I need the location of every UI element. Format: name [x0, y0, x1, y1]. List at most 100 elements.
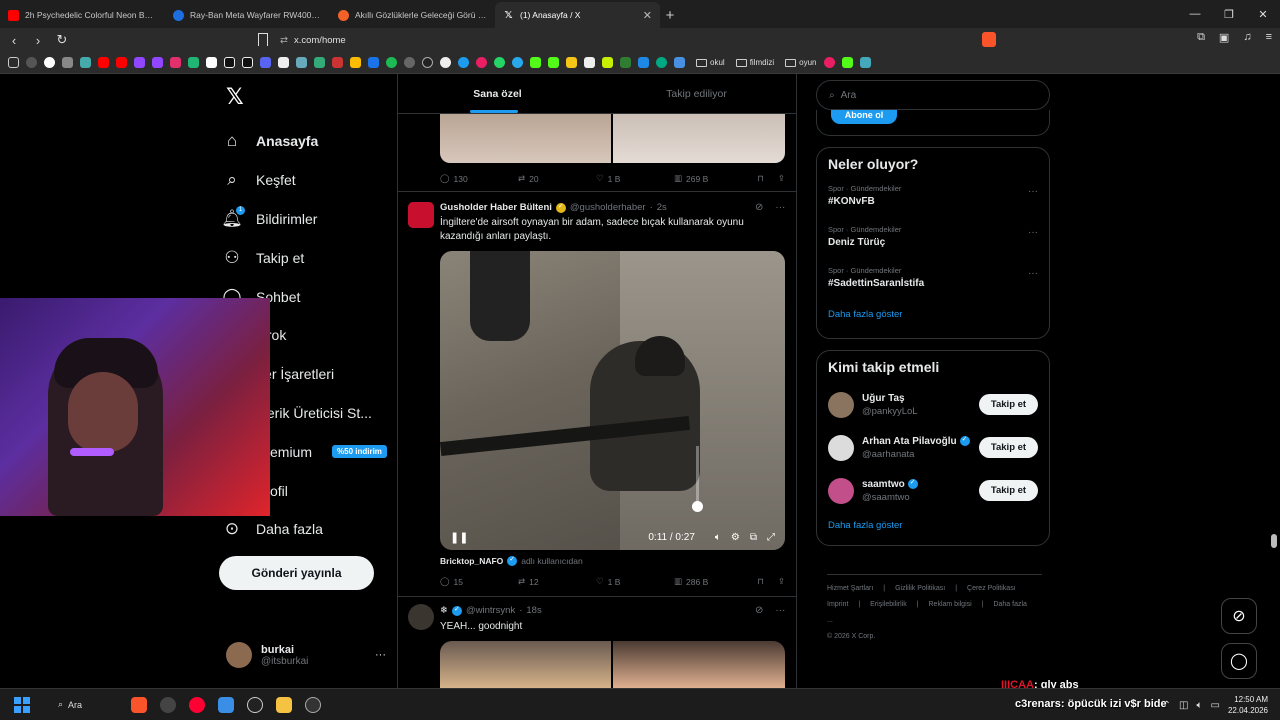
- brave-shields-icon[interactable]: [982, 32, 996, 47]
- more-icon[interactable]: ···: [375, 649, 386, 661]
- author-handle[interactable]: @gusholderhaber: [570, 202, 646, 213]
- footer-link[interactable]: Çerez Politikası: [967, 585, 1016, 592]
- more-icon[interactable]: ···: [775, 605, 785, 616]
- app-icon[interactable]: [305, 696, 321, 713]
- minimize-icon[interactable]: —: [1178, 0, 1212, 28]
- maximize-icon[interactable]: ❐: [1212, 0, 1246, 28]
- tab-2[interactable]: Ray-Ban Meta Wayfarer RW4006 60...: [165, 2, 330, 28]
- bookmark-icon[interactable]: [62, 57, 73, 68]
- post-button[interactable]: Gönderi yayınla: [219, 556, 374, 590]
- user-name[interactable]: Uğur Taş: [862, 393, 905, 404]
- bookmark-icon[interactable]: [458, 57, 469, 68]
- back-icon[interactable]: ‹: [4, 33, 24, 48]
- grok-float-button[interactable]: ⊘: [1221, 598, 1257, 634]
- x-icon[interactable]: [206, 57, 217, 68]
- google-icon[interactable]: [44, 57, 55, 68]
- media-icon[interactable]: ♫: [1243, 31, 1251, 44]
- kick-icon[interactable]: [548, 57, 559, 68]
- app-icon[interactable]: [160, 696, 176, 713]
- telegram-icon[interactable]: [512, 57, 523, 68]
- apps-icon[interactable]: [8, 57, 19, 68]
- volume-slider-thumb[interactable]: [692, 501, 703, 512]
- footer-link[interactable]: Daha fazla ...: [827, 601, 1027, 624]
- trend-item[interactable]: Spor · Gündemdekiler #KONvFB ···: [817, 180, 1049, 221]
- nav-item-bell[interactable]: 🔔︎ 1 Bildirimler: [221, 200, 387, 239]
- avatar[interactable]: [828, 434, 854, 461]
- repost-button[interactable]: ⇄ 20: [518, 173, 596, 184]
- github-icon[interactable]: [440, 57, 451, 68]
- new-tab-button[interactable]: +: [660, 2, 680, 28]
- network-icon[interactable]: ◫: [1179, 700, 1188, 711]
- avatar[interactable]: [828, 391, 854, 418]
- avatar[interactable]: [408, 202, 434, 228]
- bookmark-icon[interactable]: [674, 57, 685, 68]
- forward-icon[interactable]: ›: [28, 33, 48, 48]
- bookmark-icon[interactable]: [80, 57, 91, 68]
- trend-item[interactable]: Spor · Gündemdekiler #SadettinSaranİstifa…: [817, 262, 1049, 303]
- kick-icon[interactable]: [530, 57, 541, 68]
- volume-icon[interactable]: 🔈︎: [715, 532, 721, 543]
- tweet-time[interactable]: 18s: [526, 605, 541, 616]
- scrollbar[interactable]: [1268, 74, 1280, 688]
- tweet-image[interactable]: [440, 641, 611, 688]
- battery-icon[interactable]: ▭: [1211, 700, 1220, 711]
- tweet-image[interactable]: [613, 641, 785, 688]
- tab-x-active[interactable]: 𝕏 (1) Anasayfa / X ✕: [495, 2, 660, 28]
- account-switcher[interactable]: burkai @itsburkai ···: [226, 642, 386, 668]
- pause-icon[interactable]: ❚❚: [450, 531, 468, 544]
- views-button[interactable]: ▥ 286 B: [674, 576, 756, 587]
- bookmark-folder-filmdizi[interactable]: filmdizi: [735, 58, 774, 67]
- bookmark-icon[interactable]: [602, 57, 613, 68]
- tab-3[interactable]: Akıllı Gözlüklerle Geleceği Görü H...: [330, 2, 495, 28]
- tab-for-you[interactable]: Sana özel: [398, 74, 597, 113]
- app-icon[interactable]: [247, 696, 263, 713]
- history-icon[interactable]: [26, 57, 37, 68]
- twitch-icon[interactable]: [152, 57, 163, 68]
- bookmark-icon[interactable]: [584, 57, 595, 68]
- bookmark-folder-okul[interactable]: okul: [696, 58, 725, 67]
- brave-icon[interactable]: [131, 696, 147, 713]
- repost-button[interactable]: ⇄ 12: [518, 576, 596, 587]
- bookmark-page-icon[interactable]: [258, 33, 268, 46]
- bookmark-icon[interactable]: [404, 57, 415, 68]
- who-to-follow-item[interactable]: Arhan Ata Pilavoğlu@aarhanata Takip et: [817, 426, 1049, 469]
- show-more-link[interactable]: Daha fazla göster: [817, 512, 1049, 541]
- footer-link[interactable]: Imprint: [827, 601, 848, 608]
- bookmark-icon[interactable]: [368, 57, 379, 68]
- settings-icon[interactable]: ⚙︎: [731, 532, 740, 543]
- bookmark-icon[interactable]: [656, 57, 667, 68]
- bookmark-icon[interactable]: [823, 57, 835, 68]
- address-bar[interactable]: ⇄ x.com/home: [280, 31, 1000, 49]
- reply-button[interactable]: ◯ 130: [440, 173, 518, 184]
- grok-icon[interactable]: ⊘: [755, 605, 763, 616]
- share-icon[interactable]: ⇪: [778, 173, 785, 184]
- tray-icon[interactable]: ⌃: [1163, 700, 1171, 711]
- like-button[interactable]: ♡ 1 B: [596, 576, 674, 587]
- instagram-icon[interactable]: [170, 57, 181, 68]
- photos-icon[interactable]: [218, 696, 234, 713]
- tiktok-icon[interactable]: [242, 57, 253, 68]
- video-player[interactable]: ❚❚ 0:11 / 0:27 🔈︎ ⚙︎ ⧉ ⤢: [440, 251, 785, 550]
- footer-link[interactable]: Gizlilik Politikası: [895, 585, 945, 592]
- tiktok-icon[interactable]: [224, 57, 235, 68]
- menu-icon[interactable]: ≡: [1266, 31, 1272, 44]
- search-input[interactable]: ⌕ Ara: [816, 80, 1050, 110]
- show-more-link[interactable]: Daha fazla göster: [817, 303, 1049, 330]
- footer-link[interactable]: Erişilebilirlik: [870, 601, 907, 608]
- more-icon[interactable]: ···: [1028, 268, 1038, 279]
- nav-item-follow[interactable]: ⚇ Takip et: [222, 238, 387, 277]
- close-window-icon[interactable]: ✕: [1246, 0, 1280, 28]
- drive-icon[interactable]: [350, 57, 361, 68]
- bookmark-icon[interactable]: [278, 57, 289, 68]
- reply-button[interactable]: ◯ 15: [440, 576, 518, 587]
- bookmark-icon[interactable]: [422, 57, 433, 68]
- more-icon[interactable]: ···: [775, 202, 785, 213]
- scrollbar-thumb[interactable]: [1271, 534, 1277, 548]
- x-logo-icon[interactable]: 𝕏: [226, 84, 244, 110]
- footer-link[interactable]: Reklam bilgisi: [929, 601, 972, 608]
- volume-slider[interactable]: [696, 446, 699, 506]
- youtube-music-icon[interactable]: [189, 696, 205, 713]
- youtube-icon[interactable]: [116, 57, 127, 68]
- bookmark-icon[interactable]: [476, 57, 487, 68]
- bookmark-tweet-icon[interactable]: ⊓: [757, 173, 764, 184]
